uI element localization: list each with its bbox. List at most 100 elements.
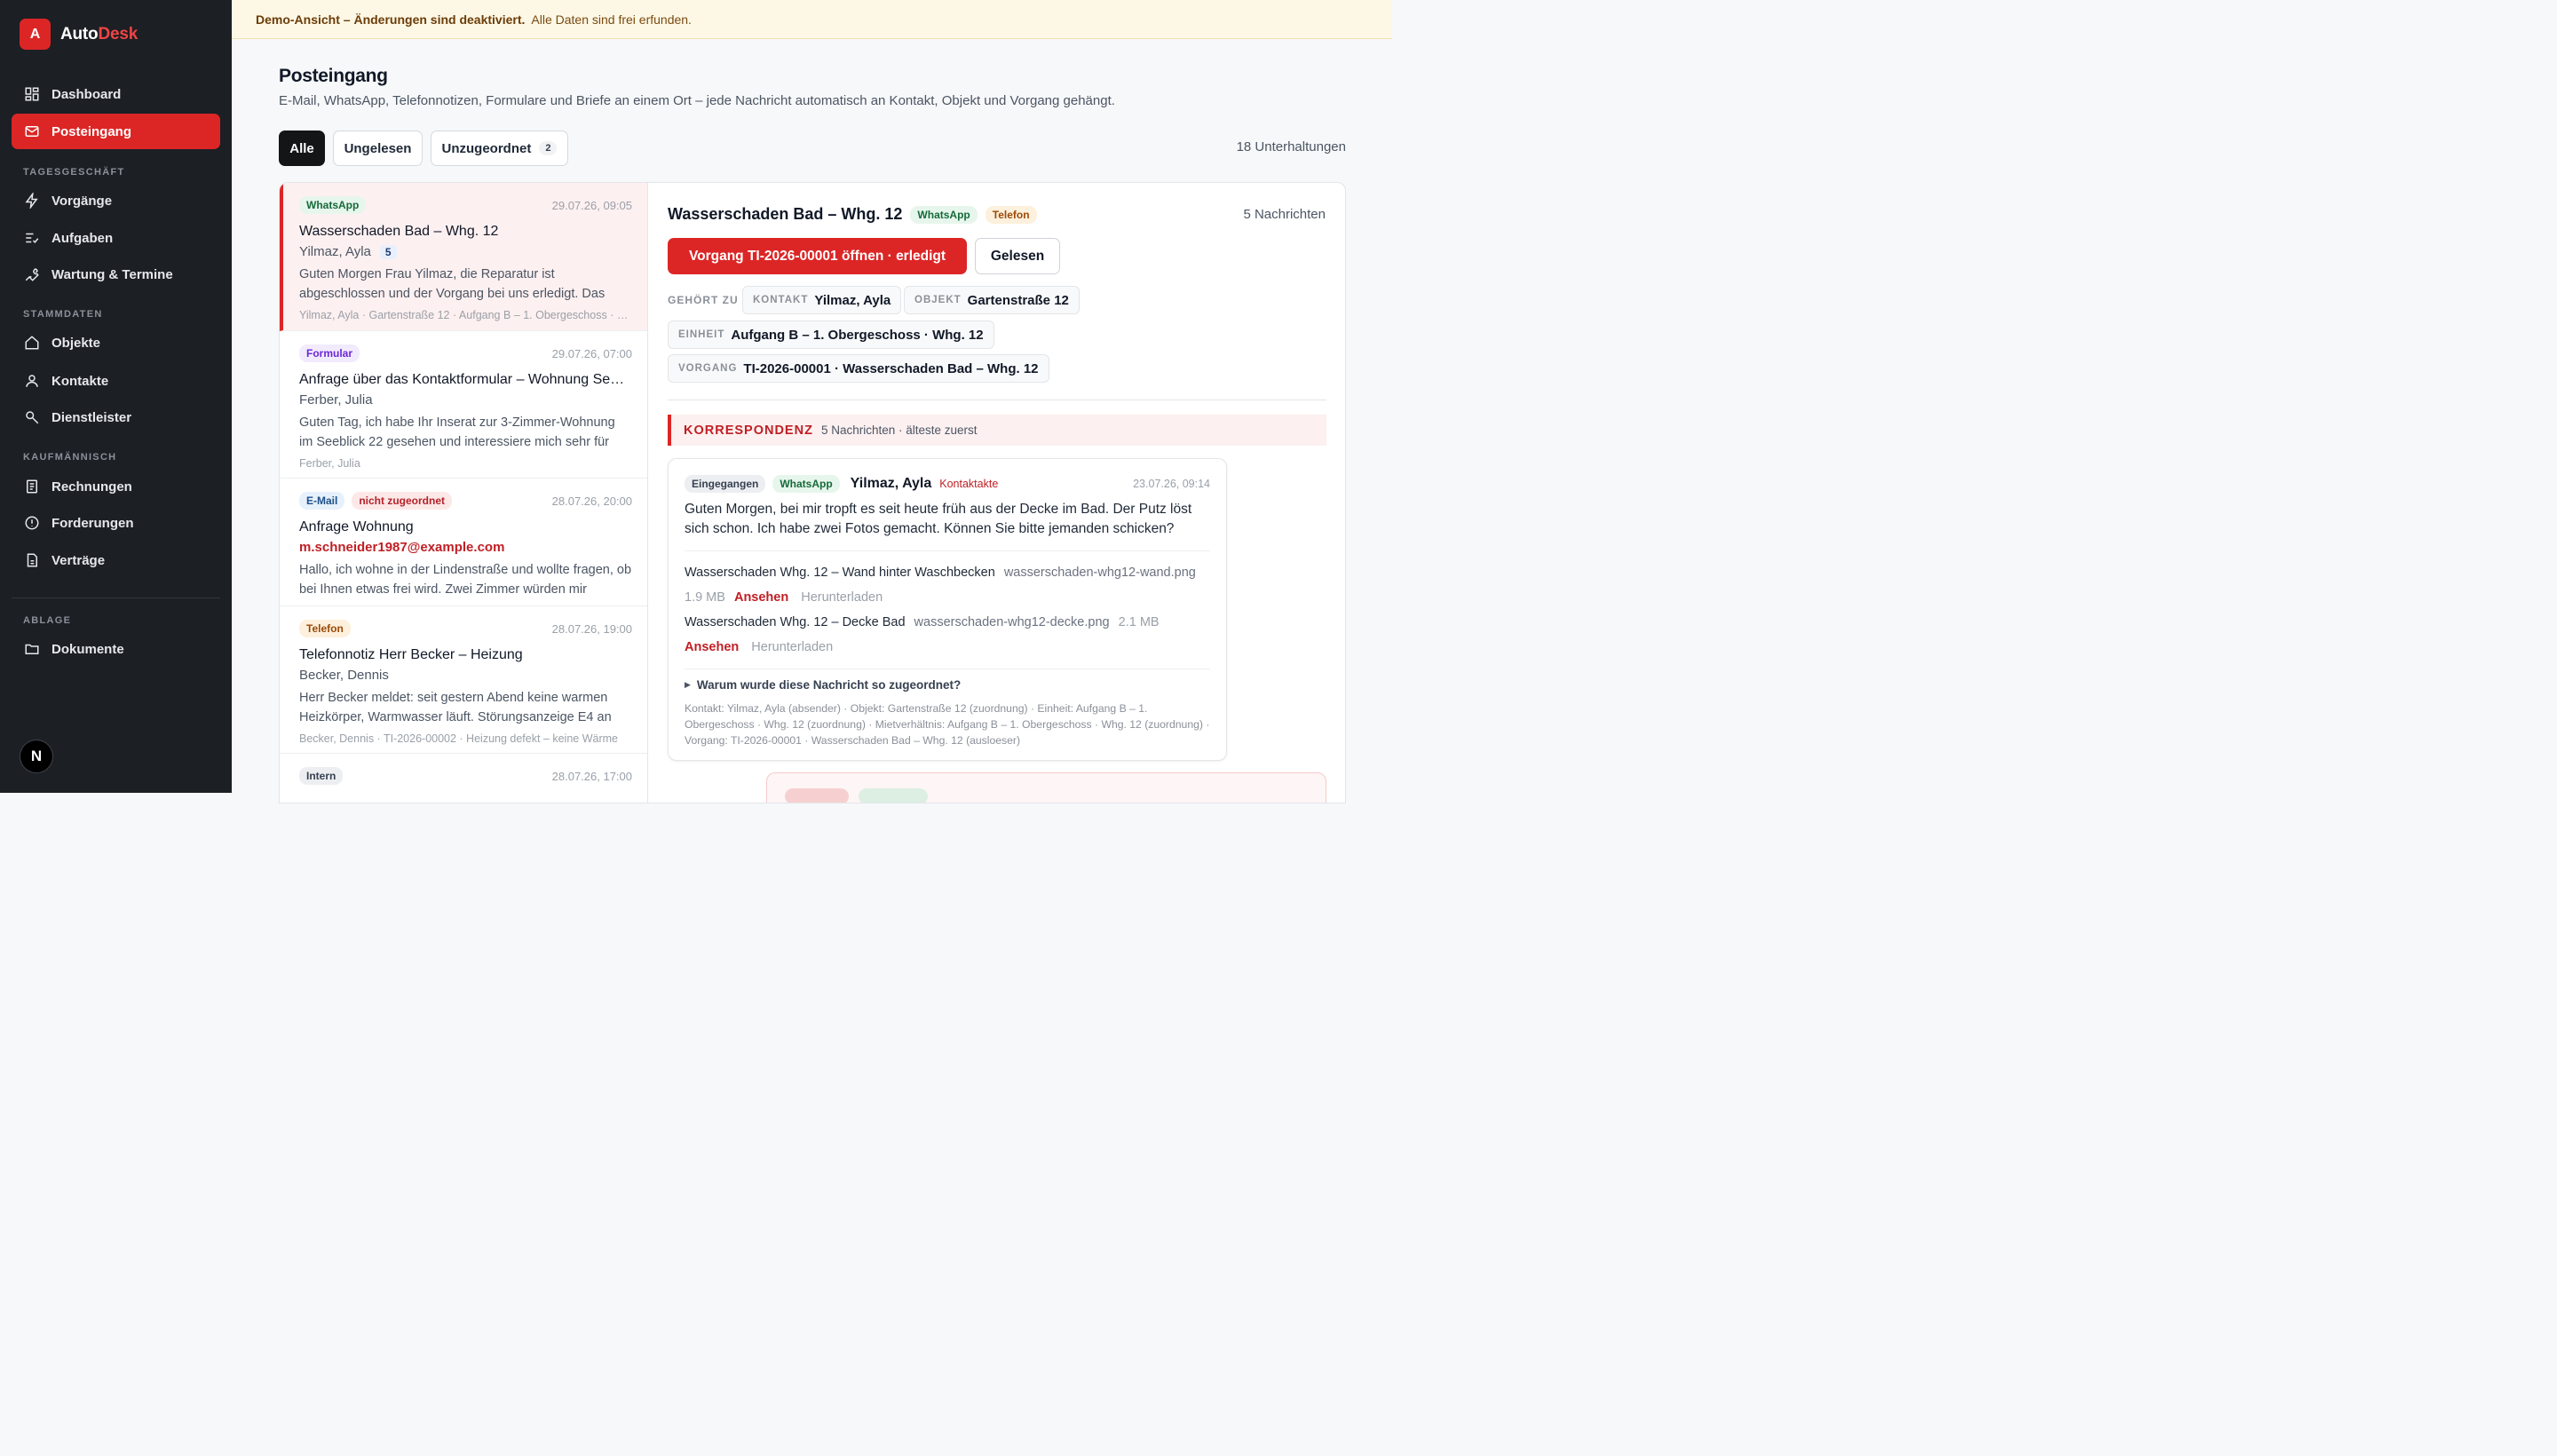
sidebar-item-dienstleister[interactable]: Dienstleister	[12, 400, 220, 435]
filter-ungelesen[interactable]: Ungelesen	[333, 131, 423, 166]
sidebar-item-aufgaben[interactable]: Aufgaben	[12, 220, 220, 256]
filter-count-badge: 2	[539, 141, 558, 155]
assignment-reason-text: Kontakt: Yilmaz, Ayla (absender) · Objek…	[685, 702, 1210, 747]
message-date: 23.07.26, 09:14	[1133, 478, 1210, 490]
correspondence-title: KORRESPONDENZ	[684, 423, 813, 438]
sidebar-item-posteingang[interactable]: Posteingang	[12, 114, 220, 149]
app-name-prefix: Auto	[60, 24, 99, 44]
conversation-detail: Wasserschaden Bad – Whg. 12 WhatsApp Tel…	[647, 182, 1346, 803]
sidebar-item-label: Vorgänge	[51, 193, 113, 209]
link-chip-kontakt[interactable]: KONTAKT Yilmaz, Ayla	[742, 286, 902, 314]
assignment-reason-toggle[interactable]: ▶ Warum wurde diese Nachricht so zugeord…	[685, 678, 1210, 692]
sender-name: Yilmaz, Ayla	[299, 244, 371, 259]
detail-message-count: 5 Nachrichten	[1243, 207, 1326, 222]
user-icon	[26, 375, 38, 387]
download-attachment-button[interactable]: Herunterladen	[751, 640, 833, 654]
item-date: 28.07.26, 19:00	[551, 621, 632, 636]
list-item[interactable]: Intern 28.07.26, 17:00	[280, 754, 648, 803]
sidebar-item-forderungen[interactable]: Forderungen	[12, 505, 220, 541]
filter-label: Unzugeordnet	[441, 140, 532, 156]
next-message-tag-placeholder	[859, 788, 928, 803]
view-attachment-button[interactable]: Ansehen	[734, 590, 788, 605]
sidebar-item-wartung[interactable]: Wartung & Termine	[12, 257, 220, 292]
belongs-to-label: GEHÖRT ZU	[668, 294, 739, 306]
link-chip-einheit[interactable]: EINHEIT Aufgang B – 1. Obergeschoss · Whg…	[668, 320, 994, 349]
conversation-count: 18 Unterhaltungen	[1236, 139, 1346, 154]
logo-badge: A	[20, 19, 51, 50]
message-body: Guten Morgen, bei mir tropft es seit heu…	[685, 502, 1192, 536]
app-name: AutoDesk	[60, 25, 138, 44]
bolt-icon	[25, 193, 38, 209]
channel-tag: WhatsApp	[772, 475, 840, 493]
sidebar-item-label: Dokumente	[51, 641, 124, 657]
home-icon	[25, 336, 39, 350]
view-attachment-button[interactable]: Ansehen	[685, 640, 739, 654]
sidebar-divider	[12, 597, 220, 598]
open-vorgang-button[interactable]: Vorgang TI-2026-00001 öffnen · erledigt	[668, 238, 967, 274]
sidebar-item-rechnungen[interactable]: Rechnungen	[12, 469, 220, 504]
channel-tag: Telefon	[985, 205, 1037, 224]
item-title: Anfrage über das Kontaktformular – Wohnu…	[299, 372, 632, 387]
dashboard-icon	[25, 87, 39, 101]
item-meta: Yilmaz, Ayla · Gartenstraße 12 · Aufgang…	[299, 309, 632, 321]
attachment-filename: wasserschaden-whg12-wand.png	[1003, 566, 1196, 580]
channel-tag: E-Mail	[299, 492, 345, 510]
channel-tag: Formular	[299, 344, 360, 362]
message-card: Eingegangen WhatsApp Yilmaz, Ayla Kontak…	[668, 458, 1227, 761]
attachment-title: Wasserschaden Whg. 12 – Decke Bad	[685, 615, 906, 629]
attachment-filename: wasserschaden-whg12-decke.png	[914, 615, 1110, 629]
item-date: 29.07.26, 07:00	[551, 346, 632, 360]
chip-key: VORGANG	[678, 363, 738, 374]
wrench-icon	[25, 268, 39, 281]
chip-value: Aufgang B – 1. Obergeschoss · Whg. 12	[731, 327, 984, 343]
brand[interactable]: A AutoDesk	[20, 19, 138, 50]
page-subtitle: E-Mail, WhatsApp, Telefonnotizen, Formul…	[279, 93, 1115, 108]
sidebar-item-vertraege[interactable]: Verträge	[12, 542, 220, 578]
user-avatar[interactable]: N	[20, 740, 53, 773]
page-title: Posteingang	[279, 66, 388, 86]
attachment-title: Wasserschaden Whg. 12 – Wand hinter Wasc…	[685, 566, 995, 580]
item-title: Wasserschaden Bad – Whg. 12	[299, 224, 499, 239]
direction-tag: Eingegangen	[685, 475, 766, 493]
tasks-icon	[26, 233, 39, 243]
correspondence-header: KORRESPONDENZ 5 Nachrichten · älteste zu…	[668, 415, 1326, 446]
link-chip-vorgang[interactable]: VORGANG TI-2026-00001 · Wasserschaden Bad…	[668, 354, 1049, 383]
list-item[interactable]: WhatsApp 29.07.26, 09:05 Wasserschaden Ba…	[280, 183, 648, 331]
sidebar-item-dokumente[interactable]: Dokumente	[12, 631, 220, 667]
item-title: Telefonnotiz Herr Becker – Heizung	[299, 647, 523, 662]
sidebar: A AutoDesk Dashboard Posteingang TAGESGE…	[0, 0, 232, 793]
attachment: Wasserschaden Whg. 12 – Decke Bad wasser…	[685, 610, 1210, 660]
sidebar-item-label: Posteingang	[51, 123, 132, 139]
sidebar-item-kontakte[interactable]: Kontakte	[12, 363, 220, 399]
sidebar-item-vorgaenge[interactable]: Vorgänge	[12, 183, 220, 218]
list-item[interactable]: E-Mail nicht zugeordnet 28.07.26, 20:00 An…	[280, 479, 648, 606]
mail-icon	[25, 126, 39, 137]
sidebar-item-label: Rechnungen	[51, 479, 132, 495]
banner-text: Alle Daten sind frei erfunden.	[531, 12, 692, 27]
document-icon	[27, 553, 37, 567]
sidebar-item-label: Kontakte	[51, 373, 109, 389]
unassigned-tag: nicht zugeordnet	[352, 492, 453, 510]
demo-banner: Demo-Ansicht – Änderungen sind deaktivie…	[232, 0, 1392, 39]
sidebar-item-label: Dienstleister	[51, 409, 132, 425]
link-chip-objekt[interactable]: OBJEKT Gartenstraße 12	[904, 286, 1080, 314]
filter-alle[interactable]: Alle	[279, 131, 325, 166]
item-sender: Yilmaz, Ayla 5	[299, 244, 632, 259]
contact-file-link[interactable]: Kontaktakte	[939, 478, 998, 490]
section-title-stammdaten: STAMMDATEN	[23, 309, 103, 320]
download-attachment-button[interactable]: Herunterladen	[801, 590, 883, 605]
list-item[interactable]: Telefon 28.07.26, 19:00 Telefonnotiz Herr…	[280, 606, 648, 754]
sidebar-item-label: Aufgaben	[51, 230, 114, 246]
section-title-ablage: ABLAGE	[23, 615, 72, 626]
list-item[interactable]: Formular 29.07.26, 07:00 Anfrage über das…	[280, 331, 648, 479]
sidebar-item-dashboard[interactable]: Dashboard	[12, 76, 220, 112]
sidebar-item-objekte[interactable]: Objekte	[12, 325, 220, 360]
chip-value: TI-2026-00001 · Wasserschaden Bad – Whg.…	[743, 360, 1039, 376]
chip-key: KONTAKT	[753, 295, 809, 305]
message-sender: Yilmaz, Ayla	[850, 476, 932, 491]
sidebar-item-label: Wartung & Termine	[51, 266, 173, 282]
item-date: 29.07.26, 09:05	[551, 198, 632, 212]
next-message-tag-placeholder	[785, 788, 849, 803]
filter-unzugeordnet[interactable]: Unzugeordnet 2	[431, 131, 568, 166]
mark-read-button[interactable]: Gelesen	[975, 238, 1060, 274]
